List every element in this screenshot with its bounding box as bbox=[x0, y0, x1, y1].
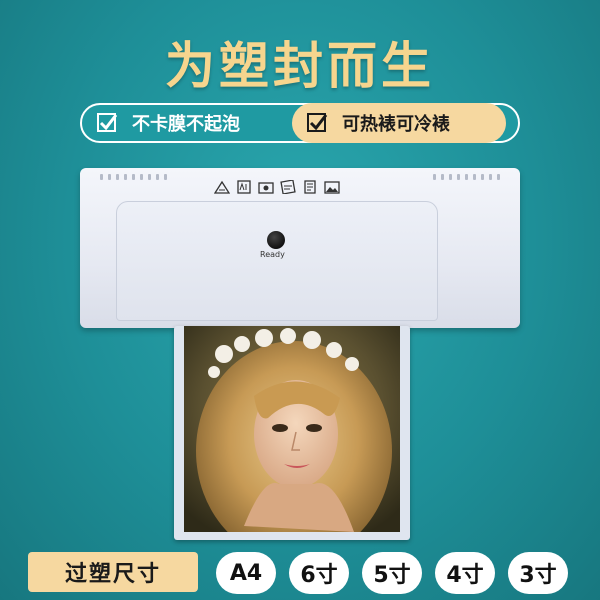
laminator-machine: Ready bbox=[80, 168, 520, 328]
check-icon bbox=[306, 112, 328, 134]
feature-label: 不卡膜不起泡 bbox=[132, 114, 240, 135]
laminate-pouch-icon bbox=[214, 180, 230, 194]
size-option-3inch[interactable]: 3寸 bbox=[508, 552, 568, 594]
a4-icon bbox=[236, 180, 252, 194]
size-option-6inch[interactable]: 6寸 bbox=[289, 552, 349, 594]
vent-grille-right bbox=[433, 174, 500, 180]
document-icon bbox=[302, 180, 318, 194]
check-icon bbox=[96, 112, 118, 134]
size-option-5inch[interactable]: 5寸 bbox=[362, 552, 422, 594]
size-option-4inch[interactable]: 4寸 bbox=[435, 552, 495, 594]
image-icon bbox=[324, 180, 340, 194]
size-label: 过塑尺寸 bbox=[28, 552, 198, 592]
feature-hot-cold: 可热裱可冷裱 bbox=[292, 103, 506, 143]
size-option-a4[interactable]: A4 bbox=[216, 552, 276, 594]
vent-grille-left bbox=[100, 174, 167, 180]
panel-icon-row bbox=[214, 180, 340, 194]
headline: 为塑封而生 bbox=[165, 37, 435, 95]
photo-icon bbox=[258, 180, 274, 194]
power-button[interactable] bbox=[267, 231, 285, 249]
card-icon bbox=[280, 180, 296, 194]
feature-label: 可热裱可冷裱 bbox=[342, 114, 450, 135]
feed-panel bbox=[116, 201, 438, 321]
ready-label: Ready bbox=[260, 250, 285, 259]
feature-no-jam: 不卡膜不起泡 bbox=[96, 103, 296, 143]
laminated-photo bbox=[174, 326, 410, 540]
portrait-image bbox=[184, 326, 400, 532]
